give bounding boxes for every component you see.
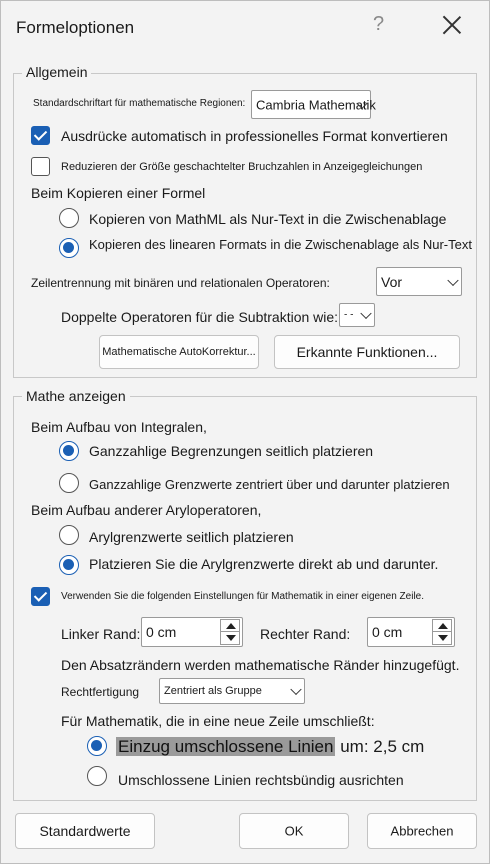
justification-label: Rechtfertigung xyxy=(61,685,140,699)
autocorrect-button[interactable]: Mathematische AutoKorrektur... xyxy=(99,335,259,369)
help-icon[interactable]: ? xyxy=(373,13,384,36)
cancel-button-label: Abbrechen xyxy=(390,823,454,839)
duplicate-operators-value: - - xyxy=(344,309,354,321)
own-line-label: Verwenden Sie die folgenden Einstellunge… xyxy=(61,591,425,602)
close-icon[interactable] xyxy=(438,11,466,39)
wrap-indent-suffix: um: 2,5 cm xyxy=(340,737,425,756)
nary-direct-radio[interactable] xyxy=(59,555,79,575)
justification-select[interactable]: Zentriert als Gruppe xyxy=(159,678,305,704)
decrement-arrow-icon[interactable] xyxy=(220,631,240,645)
line-break-value: Vor xyxy=(381,273,403,290)
integrals-heading: Beim Aufbau von Integralen, xyxy=(31,419,207,435)
chevron-down-icon xyxy=(360,307,372,320)
default-font-select[interactable]: Cambria Mathematik xyxy=(251,90,376,119)
wrap-right-label: Umschlossene Linien rechtsbündig ausrich… xyxy=(118,772,404,788)
integral-side-radio[interactable] xyxy=(59,441,79,461)
left-margin-label: Linker Rand: xyxy=(61,626,141,642)
wrap-heading: Für Mathematik, die in eine neue Zeile u… xyxy=(61,713,375,729)
dialog-title: Formeloptionen xyxy=(16,18,135,37)
line-break-label: Zeilentrennung mit binären und relationa… xyxy=(31,276,330,290)
chevron-down-icon xyxy=(447,274,459,286)
right-margin-label: Rechter Rand: xyxy=(260,626,351,642)
duplicate-operators-label: Doppelte Operatoren für die Subtraktion … xyxy=(61,309,339,325)
own-line-checkbox[interactable] xyxy=(31,587,50,606)
wrap-right-radio[interactable] xyxy=(87,766,107,786)
left-margin-value: 0 cm xyxy=(146,624,177,640)
duplicate-operators-select[interactable]: - - xyxy=(339,303,375,327)
title-bar: Formeloptionen ? xyxy=(1,1,489,53)
right-margin-value: 0 cm xyxy=(372,624,403,640)
margins-note: Den Absatzrändern werden mathematische R… xyxy=(61,657,460,673)
decrement-arrow-icon[interactable] xyxy=(432,631,452,645)
wrap-indent-radio[interactable] xyxy=(87,736,107,756)
line-break-select[interactable]: Vor xyxy=(376,267,462,296)
wrap-indent-label: Einzug umschlossene Linien xyxy=(116,737,336,756)
reduce-fractions-label: Reduzieren der Größe geschachtelter Bruc… xyxy=(61,161,423,173)
defaults-button-label: Standardwerte xyxy=(39,823,131,839)
nary-side-label: Arylgrenzwerte seitlich platzieren xyxy=(89,529,294,545)
auto-format-checkbox[interactable] xyxy=(31,126,50,145)
integral-center-radio[interactable] xyxy=(59,473,79,493)
right-margin-spinner[interactable]: 0 cm xyxy=(367,617,455,647)
nary-direct-label: Platzieren Sie die Arylgrenzwerte direkt… xyxy=(89,556,439,572)
copy-heading: Beim Kopieren einer Formel xyxy=(31,185,206,201)
nary-heading: Beim Aufbau anderer Aryloperatoren, xyxy=(31,502,262,518)
justification-value: Zentriert als Gruppe xyxy=(164,685,262,697)
integral-center-label: Ganzzahlige Grenzwerte zentriert über un… xyxy=(89,477,450,492)
copy-linear-radio[interactable] xyxy=(59,238,79,258)
reduce-fractions-checkbox[interactable] xyxy=(31,157,50,176)
copy-linear-label: Kopieren des linearen Formats in die Zwi… xyxy=(89,237,472,252)
equation-options-dialog: Formeloptionen ? Allgemein Standardschri… xyxy=(0,0,490,864)
recognized-functions-button[interactable]: Erkannte Funktionen... xyxy=(274,335,460,369)
ok-button[interactable]: OK xyxy=(239,813,349,849)
copy-mathml-label: Kopieren von MathML als Nur-Text in die … xyxy=(89,211,447,227)
auto-format-label: Ausdrücke automatisch in professionelles… xyxy=(61,128,448,144)
defaults-button[interactable]: Standardwerte xyxy=(15,813,155,849)
ok-button-label: OK xyxy=(284,823,304,839)
default-font-label: Standardschriftart für mathematische Reg… xyxy=(33,98,246,109)
copy-mathml-radio[interactable] xyxy=(59,208,79,228)
display-legend: Mathe anzeigen xyxy=(22,388,130,404)
left-margin-spinner[interactable]: 0 cm xyxy=(141,617,243,647)
wrap-indent-row: Einzug umschlossene Linien um: 2,5 cm xyxy=(116,737,424,757)
autocorrect-button-label: Mathematische AutoKorrektur... xyxy=(102,346,256,358)
integral-side-label: Ganzzahlige Begrenzungen seitlich platzi… xyxy=(89,443,374,459)
cancel-button[interactable]: Abbrechen xyxy=(367,813,477,849)
nary-side-radio[interactable] xyxy=(59,525,79,545)
general-legend: Allgemein xyxy=(22,64,92,80)
recognized-functions-button-label: Erkannte Funktionen... xyxy=(296,344,438,360)
chevron-down-icon xyxy=(290,683,302,696)
